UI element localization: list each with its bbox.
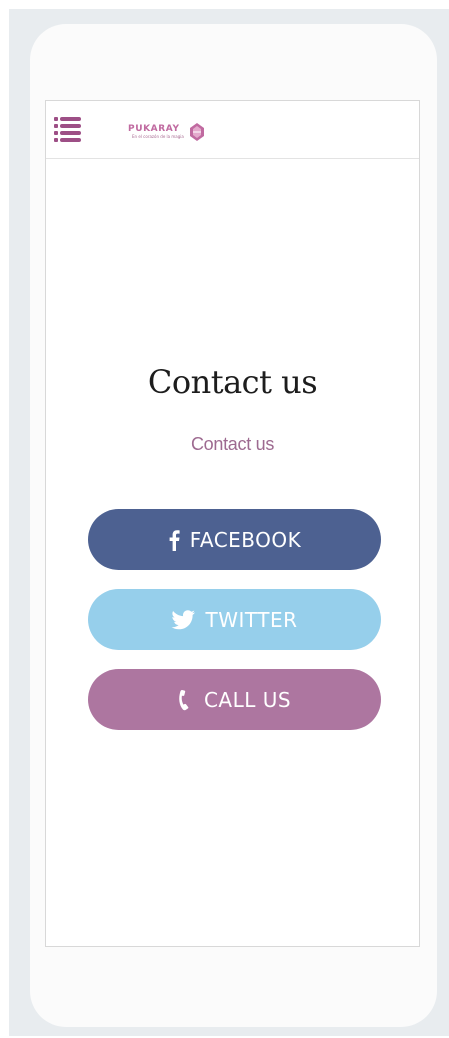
call-us-button[interactable]: CALL US [88,669,381,730]
twitter-button[interactable]: TWITTER [88,589,381,650]
logo-tagline: En el corazón de la magia [132,134,184,139]
facebook-button[interactable]: FACEBOOK [88,509,381,570]
brand-logo[interactable]: PUKARAY En el corazón de la magia [128,119,207,145]
top-bar: PUKARAY En el corazón de la magia [46,101,419,159]
app-screen: PUKARAY En el corazón de la magia Contac… [45,100,420,947]
facebook-icon [168,529,180,551]
phone-icon [178,689,194,711]
twitter-button-label: TWITTER [205,607,298,632]
logo-mark-icon [189,123,204,141]
call-us-button-label: CALL US [203,687,292,712]
hamburger-menu-icon[interactable] [54,116,81,143]
logo-name: PUKARAY [128,124,180,134]
facebook-button-label: FACEBOOK [189,527,302,552]
page-title: Contact us [147,363,318,401]
twitter-bird-icon [171,609,196,630]
page-subtitle: Contact us [190,434,275,454]
